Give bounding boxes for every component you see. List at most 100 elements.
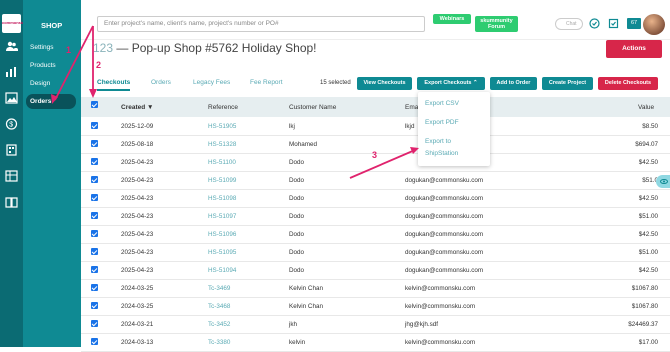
- tab-fee-report[interactable]: Fee Report: [250, 79, 283, 86]
- table-header: [81, 97, 670, 117]
- image-icon[interactable]: [5, 92, 18, 104]
- sidebar-item-design[interactable]: Design: [30, 80, 50, 87]
- value-cell: $42.50: [638, 159, 658, 166]
- value-cell: $1067.80: [631, 285, 658, 292]
- sidebar-item-products[interactable]: Products: [30, 62, 56, 69]
- customer-name-cell: Dodo: [289, 231, 305, 238]
- table-row[interactable]: 2025-04-23 HS-51094 Dodo dogukan@commonsku.…: [81, 262, 670, 280]
- top-bar: Enter project's name, client's name, pro…: [81, 0, 670, 40]
- row-checkbox[interactable]: [91, 248, 98, 255]
- scroll-handle[interactable]: [656, 175, 670, 188]
- created-cell: 2025-04-23: [121, 159, 154, 166]
- customer-name-cell: kelvin: [289, 339, 306, 346]
- export-shipstation-option-line2[interactable]: ShipStation: [425, 150, 458, 157]
- reference-link[interactable]: Tc-3469: [208, 285, 230, 292]
- reference-link[interactable]: HS-51328: [208, 141, 236, 148]
- reference-link[interactable]: HS-51099: [208, 177, 236, 184]
- notification-badge[interactable]: 67: [627, 18, 641, 29]
- svg-text:$: $: [9, 122, 13, 129]
- row-checkbox[interactable]: [91, 302, 98, 309]
- export-pdf-option[interactable]: Export PDF: [425, 119, 459, 126]
- reference-link[interactable]: Tc-3468: [208, 303, 230, 310]
- column-created[interactable]: Created ▼: [121, 104, 153, 111]
- actions-button[interactable]: Actions: [606, 40, 662, 58]
- tab-orders[interactable]: Orders: [151, 79, 171, 86]
- export-checkouts-button[interactable]: Export Checkouts ⌃: [417, 77, 485, 90]
- users-icon[interactable]: [5, 40, 18, 52]
- row-checkbox[interactable]: [91, 338, 98, 345]
- delete-checkouts-button[interactable]: Delete Checkouts: [598, 77, 658, 90]
- row-checkbox[interactable]: [91, 266, 98, 273]
- created-cell: 2024-03-25: [121, 285, 154, 292]
- created-cell: 2025-04-23: [121, 213, 154, 220]
- export-csv-option[interactable]: Export CSV: [425, 100, 459, 107]
- email-cell: dogukan@commonsku.com: [405, 267, 484, 274]
- reference-link[interactable]: Tc-3380: [208, 339, 230, 346]
- dollar-icon[interactable]: $: [5, 118, 18, 130]
- column-customer-name[interactable]: Customer Name: [289, 104, 336, 111]
- table-row[interactable]: 2025-04-23 HS-51097 Dodo dogukan@commonsku.…: [81, 208, 670, 226]
- table-row[interactable]: 2025-04-23 HS-51095 Dodo dogukan@commonsku.…: [81, 244, 670, 262]
- row-checkbox[interactable]: [91, 212, 98, 219]
- table-row[interactable]: 2025-04-23 HS-51099 Dodo dogukan@commonsku.…: [81, 172, 670, 190]
- commonsku-logo[interactable]: commonsku: [2, 14, 26, 33]
- skummunity-forum-button[interactable]: skummunity Forum: [475, 16, 518, 32]
- email-cell: dogukan@commonsku.com: [405, 195, 484, 202]
- value-cell: $1067.80: [631, 303, 658, 310]
- building-icon[interactable]: [5, 144, 18, 156]
- webinars-button[interactable]: Webinars: [433, 14, 471, 24]
- row-checkbox[interactable]: [91, 158, 98, 165]
- select-all-checkbox[interactable]: [91, 101, 98, 108]
- table-row[interactable]: 2024-03-21 Tc-3452 jkh jhg@kjh.sdf $24469.37: [81, 316, 670, 334]
- row-checkbox[interactable]: [91, 284, 98, 291]
- email-cell: dogukan@commonsku.com: [405, 213, 484, 220]
- tasks-icon[interactable]: [608, 18, 619, 29]
- created-cell: 2025-12-09: [121, 123, 154, 130]
- reference-link[interactable]: HS-51905: [208, 123, 236, 130]
- reference-link[interactable]: Tc-3452: [208, 321, 230, 328]
- row-checkbox[interactable]: [91, 320, 98, 327]
- created-cell: 2024-03-13: [121, 339, 154, 346]
- row-checkbox[interactable]: [91, 122, 98, 129]
- tab-legacy-fees[interactable]: Legacy Fees: [193, 79, 230, 86]
- view-checkouts-button[interactable]: View Checkouts: [357, 77, 412, 90]
- sidebar-item-orders[interactable]: Orders: [26, 94, 76, 109]
- row-checkbox[interactable]: [91, 140, 98, 147]
- reference-link[interactable]: HS-51095: [208, 249, 236, 256]
- table-icon[interactable]: [5, 170, 18, 182]
- column-value[interactable]: Value: [638, 104, 654, 111]
- reference-link[interactable]: HS-51097: [208, 213, 236, 220]
- check-circle-icon[interactable]: [589, 18, 600, 29]
- reference-link[interactable]: HS-51094: [208, 267, 236, 274]
- book-icon[interactable]: [5, 196, 18, 208]
- created-cell: 2024-03-25: [121, 303, 154, 310]
- sidebar-item-settings[interactable]: Settings: [30, 44, 54, 51]
- customer-name-cell: Dodo: [289, 249, 305, 256]
- row-checkbox[interactable]: [91, 230, 98, 237]
- export-dropdown-menu: Export CSV Export PDF Export to ShipStat…: [418, 92, 490, 166]
- column-reference[interactable]: Reference: [208, 104, 238, 111]
- table-row[interactable]: 2024-03-25 Tc-3468 Kelvin Chan kelvin@commo…: [81, 298, 670, 316]
- table-row[interactable]: 2025-04-23 HS-51098 Dodo dogukan@commonsku.…: [81, 190, 670, 208]
- table-row[interactable]: 2025-04-23 HS-51096 Dodo dogukan@commonsku.…: [81, 226, 670, 244]
- chart-icon[interactable]: [5, 66, 18, 78]
- tab-checkouts[interactable]: Checkouts: [97, 79, 131, 91]
- table-row[interactable]: 2024-03-13 Tc-3380 kelvin kelvin@commonsku.…: [81, 334, 670, 352]
- created-cell: 2025-04-23: [121, 231, 154, 238]
- row-checkbox[interactable]: [91, 194, 98, 201]
- reference-link[interactable]: HS-51096: [208, 231, 236, 238]
- chat-toggle[interactable]: Chat: [555, 18, 583, 30]
- row-checkbox[interactable]: [91, 176, 98, 183]
- add-to-order-button[interactable]: Add to Order: [490, 77, 537, 90]
- table-row[interactable]: 2025-12-09 HS-51905 lkj lkjd $8.50: [81, 118, 670, 136]
- table-row[interactable]: 2024-03-25 Tc-3469 Kelvin Chan kelvin@commo…: [81, 280, 670, 298]
- reference-link[interactable]: HS-51100: [208, 159, 236, 166]
- value-cell: $42.50: [638, 195, 658, 202]
- project-number-link[interactable]: 123: [93, 41, 113, 55]
- reference-link[interactable]: HS-51098: [208, 195, 236, 202]
- avatar[interactable]: [643, 14, 665, 35]
- icon-bar: commonsku $: [0, 0, 26, 347]
- export-shipstation-option-line1[interactable]: Export to: [425, 138, 451, 145]
- create-project-button[interactable]: Create Project: [542, 77, 593, 90]
- search-input[interactable]: Enter project's name, client's name, pro…: [97, 16, 425, 32]
